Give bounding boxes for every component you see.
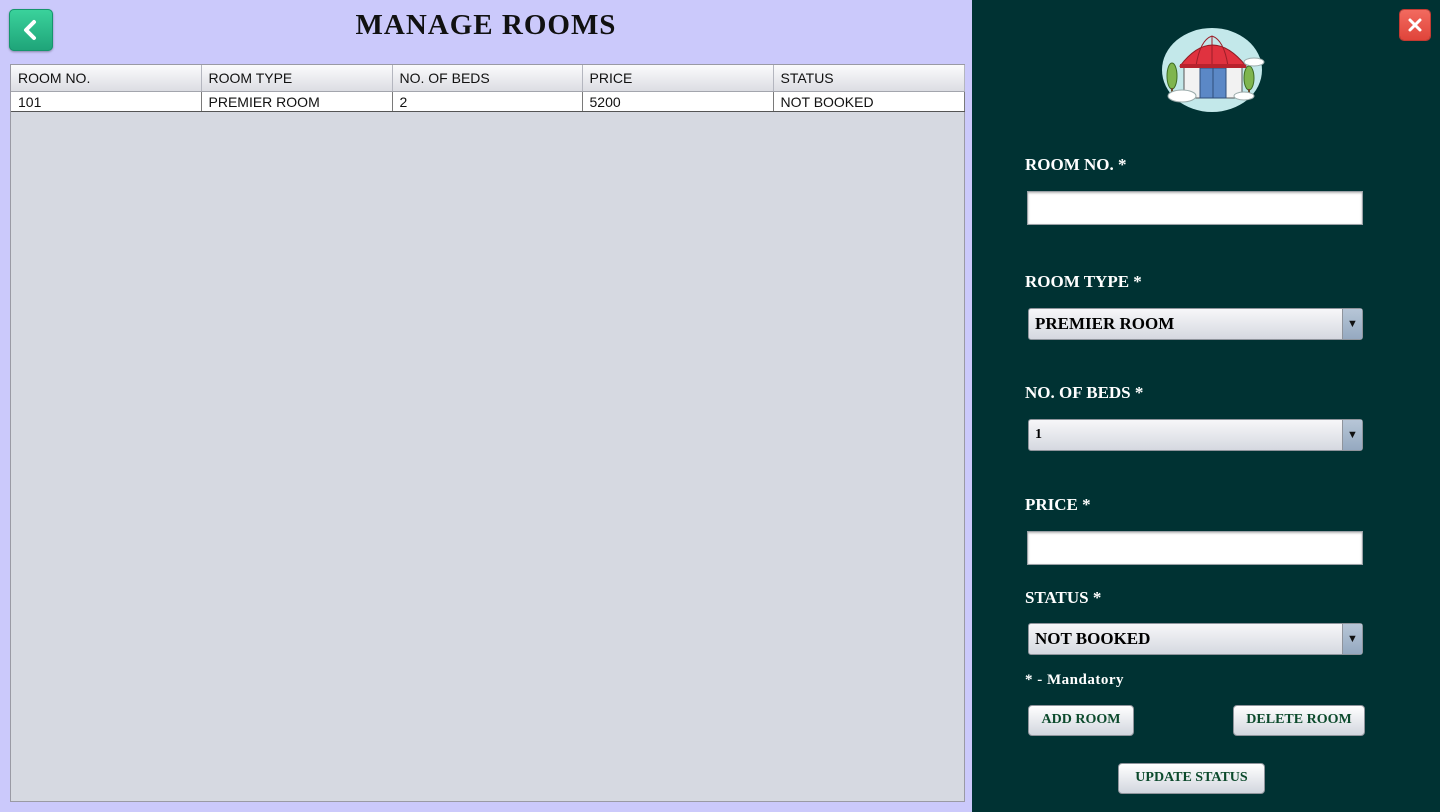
room-no-field[interactable] [1027, 191, 1363, 225]
cell-price: 5200 [582, 91, 774, 112]
column-header-beds[interactable]: NO. OF BEDS [392, 65, 583, 92]
column-header-room-no[interactable]: ROOM NO. [11, 65, 202, 92]
status-selected-value: NOT BOOKED [1035, 629, 1151, 648]
table-header-row: ROOM NO. ROOM TYPE NO. OF BEDS PRICE STA… [11, 65, 965, 92]
chevron-down-icon[interactable]: ▼ [1342, 624, 1362, 654]
cell-status: NOT BOOKED [773, 91, 965, 112]
cell-room-no: 101 [11, 91, 202, 112]
update-status-button[interactable]: UPDATE STATUS [1118, 763, 1265, 794]
rooms-list-panel: MANAGE ROOMS ROOM NO. ROOM TYPE NO. OF B… [0, 0, 972, 812]
table-row[interactable]: 101 PREMIER ROOM 2 5200 NOT BOOKED [11, 91, 965, 112]
beds-select[interactable]: 1 ▼ [1028, 419, 1363, 451]
price-label: PRICE * [1025, 495, 1091, 514]
column-header-room-type[interactable]: ROOM TYPE [201, 65, 393, 92]
room-no-label: ROOM NO. * [1025, 155, 1127, 174]
cell-room-type: PREMIER ROOM [201, 91, 393, 112]
beds-selected-value: 1 [1035, 427, 1042, 442]
close-icon [1408, 18, 1422, 32]
price-field[interactable] [1027, 531, 1363, 565]
status-select[interactable]: NOT BOOKED ▼ [1028, 623, 1363, 655]
mandatory-note: * - Mandatory [1025, 672, 1124, 688]
hotel-building-icon [1162, 28, 1265, 112]
room-type-select[interactable]: PREMIER ROOM ▼ [1028, 308, 1363, 340]
delete-room-button[interactable]: DELETE ROOM [1233, 705, 1365, 736]
room-type-label: ROOM TYPE * [1025, 272, 1142, 291]
add-room-button[interactable]: ADD ROOM [1028, 705, 1134, 736]
room-type-selected-value: PREMIER ROOM [1035, 314, 1175, 333]
column-header-price[interactable]: PRICE [582, 65, 774, 92]
cell-beds: 2 [392, 91, 583, 112]
page-title: MANAGE ROOMS [355, 9, 617, 41]
beds-label: NO. OF BEDS * [1025, 383, 1144, 402]
status-label: STATUS * [1025, 588, 1102, 607]
close-button[interactable] [1400, 10, 1430, 40]
room-form-panel: ROOM NO. * ROOM TYPE * PREMIER ROOM ▼ NO… [972, 0, 1440, 812]
column-header-status[interactable]: STATUS [773, 65, 965, 92]
rooms-table[interactable]: ROOM NO. ROOM TYPE NO. OF BEDS PRICE STA… [10, 64, 965, 802]
chevron-down-icon[interactable]: ▼ [1342, 420, 1362, 450]
chevron-down-icon[interactable]: ▼ [1342, 309, 1362, 339]
